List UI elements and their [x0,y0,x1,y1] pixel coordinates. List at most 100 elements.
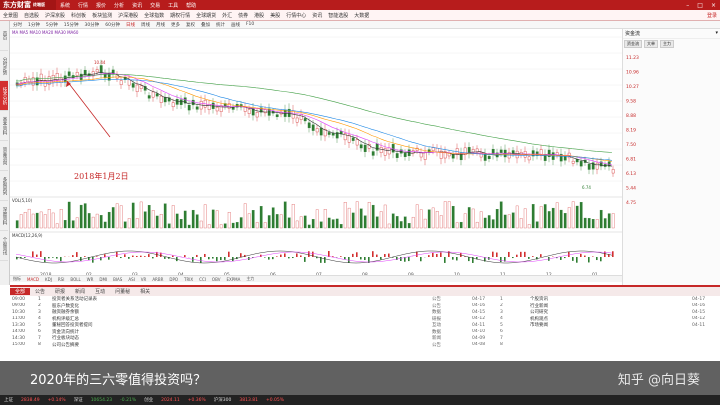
right-news-row[interactable]: 市场要闻 04-11 [530,322,720,329]
indicator-tab[interactable]: WR [84,277,97,282]
indicator-tab[interactable]: RSI [55,277,68,282]
news-row[interactable]: 10:30 3 融资融券余额 数据 04-15 3 [10,309,520,316]
macd-bar [532,256,534,257]
nav-item[interactable]: 沪深港股 [115,12,141,19]
right-news-row[interactable]: 公司研究 04-15 [530,309,720,316]
toolbar-item[interactable]: 分时 [10,22,25,28]
news-row[interactable]: 09:00 1 投资者关系活动记录表 公告 04-17 1 [10,296,520,303]
indicator-tab[interactable]: VR [138,277,150,282]
toolbar-item[interactable]: 60分钟 [102,22,123,28]
nav-item[interactable]: 智能选股 [325,12,351,19]
nav-item[interactable]: 资讯 [309,12,325,19]
sidebar-item[interactable]: 资金流向 [0,141,8,171]
menu-item[interactable]: 资讯 [128,2,146,9]
minimize-icon[interactable]: – [682,2,693,9]
menu-item[interactable]: 交易 [146,2,164,9]
indicator-tab[interactable]: ARBR [149,277,166,282]
toolbar-item[interactable]: 叠加 [198,22,213,28]
news-row[interactable]: 14:30 7 行业板块动态 新闻 04-09 7 [10,335,520,342]
indicator-tab[interactable]: DMI [96,277,110,282]
nav-item[interactable]: 外汇 [219,12,235,19]
menu-item[interactable]: 工具 [164,2,182,9]
kline-chart[interactable]: 2018020304050607080910111201 MA MA5 MA10… [10,29,622,285]
panel-button[interactable]: 主力 [660,40,674,48]
menu-item[interactable]: 系统 [56,2,74,9]
news-tab[interactable]: 全部 [10,288,31,295]
nav-item[interactable]: 大数据 [351,12,372,19]
nav-item[interactable]: 科创板 [68,12,89,19]
sidebar-item[interactable]: 个股资讯 [0,231,8,261]
news-row[interactable]: 13:30 5 董秘回答投资者提问 互动 04-11 5 [10,322,520,329]
news-row[interactable]: 09:00 2 股东户数变化 公告 04-16 2 [10,303,520,310]
nav-item[interactable]: 自选股 [21,12,42,19]
sidebar-item-active[interactable]: 技术分析 [0,81,8,111]
nav-item[interactable]: 全景图 [0,12,21,19]
news-tab[interactable]: 互动 [90,288,110,295]
toolbar-item[interactable]: F10 [243,22,257,27]
toolbar-item[interactable]: 周线 [138,22,153,28]
volume-bar [427,209,431,229]
login-button[interactable]: 登录 [704,12,720,19]
indicator-tab[interactable]: OBV [209,277,224,282]
menu-item[interactable]: 分析 [110,2,128,9]
indicator-tab[interactable]: BIAS [110,277,125,282]
menu-item[interactable]: 行情 [74,2,92,9]
indicator-tab[interactable]: 指标 [10,276,24,282]
indicator-tab[interactable]: CCI [196,277,209,282]
indicator-tab[interactable]: MACD [24,277,42,282]
toolbar-item[interactable]: 统计 [213,22,228,28]
indicator-tab[interactable]: BOLL [67,277,83,282]
chevron-down-icon[interactable]: ▾ [715,30,718,37]
news-tab[interactable]: 公告 [30,288,50,295]
toolbar-item[interactable]: 复权 [183,22,198,28]
toolbar-item[interactable]: 画线 [228,22,243,28]
kline-svg[interactable]: 2018020304050607080910111201 [10,29,622,285]
news-row[interactable]: 11:00 4 机构评级汇总 研报 04-12 4 [10,316,520,323]
nav-item[interactable]: 全球指数 [141,12,167,19]
sidebar-item[interactable]: 首页 [0,21,8,51]
nav-item[interactable]: 沪深京股 [42,12,68,19]
toolbar-item[interactable]: 月线 [153,22,168,28]
indicator-tab[interactable]: TRIX [181,277,196,282]
volume-bar [415,204,419,229]
right-news-row[interactable]: 行业新闻 04-16 [530,303,720,310]
toolbar-item[interactable]: 更多 [168,22,183,28]
toolbar-item[interactable]: 1分钟 [25,22,43,28]
sidebar-item[interactable]: 分时走势 [0,51,8,81]
news-tab[interactable]: 新闻 [70,288,90,295]
nav-item[interactable]: 期权行情 [167,12,193,19]
right-news-row[interactable]: 机构观点 04-12 [530,316,720,323]
indicator-tab[interactable]: 主力 [243,276,257,282]
panel-button[interactable]: 资金流 [624,40,642,48]
news-row[interactable]: 14:00 6 资金流向统计 数据 04-10 6 [10,329,520,336]
maximize-icon[interactable]: □ [693,2,707,9]
indicator-tab[interactable]: DPO [166,277,181,282]
volume-bar [483,217,487,229]
toolbar-item[interactable]: 日线 [123,22,138,28]
sidebar-item[interactable]: 深度资料 [0,201,8,231]
sidebar-item[interactable]: 多股同列 [0,171,8,201]
toolbar-item[interactable]: 5分钟 [43,22,61,28]
volume-bar [611,213,615,229]
news-tab[interactable]: 问董秘 [110,288,135,295]
nav-item[interactable]: 美股 [267,12,283,19]
news-row[interactable]: 15:00 8 公司公告摘要 公告 04-08 8 [10,342,520,349]
indicator-tab[interactable]: KDJ [42,277,55,282]
news-tab[interactable]: 相关 [135,288,155,295]
nav-item[interactable]: 板块监测 [89,12,115,19]
menu-item[interactable]: 报价 [92,2,110,9]
indicator-tab[interactable]: EXPMA [223,277,243,282]
close-icon[interactable]: × [707,2,720,9]
panel-button[interactable]: 大单 [644,40,658,48]
toolbar-item[interactable]: 30分钟 [81,22,102,28]
nav-item[interactable]: 行情中心 [283,12,309,19]
sidebar-item[interactable]: 基本资料 [0,111,8,141]
right-news-row[interactable]: 个股资讯 04-17 [530,296,720,303]
nav-item[interactable]: 债券 [235,12,251,19]
indicator-tab[interactable]: ASI [125,277,137,282]
toolbar-item[interactable]: 15分钟 [61,22,82,28]
menu-item[interactable]: 帮助 [182,2,200,9]
nav-item[interactable]: 港股 [251,12,267,19]
news-tab[interactable]: 研报 [50,288,70,295]
nav-item[interactable]: 全球期货 [193,12,219,19]
